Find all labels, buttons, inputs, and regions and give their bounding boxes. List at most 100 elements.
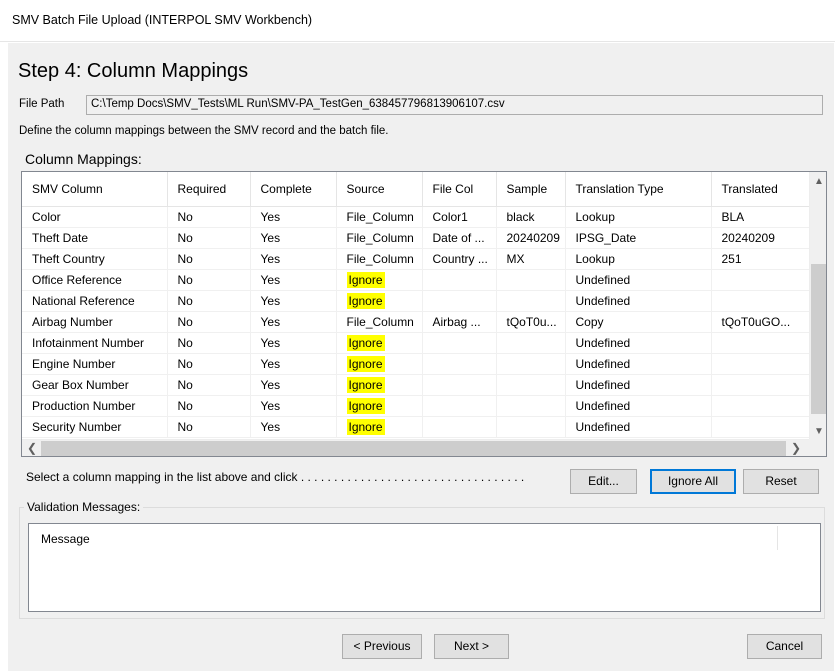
- file-path-label: File Path: [19, 98, 65, 110]
- table-cell: No: [167, 416, 251, 437]
- table-cell: Yes: [250, 353, 337, 374]
- ignore-source-highlight: Ignore: [346, 292, 385, 309]
- table-cell: Airbag ...: [422, 311, 497, 332]
- table-row[interactable]: Gear Box Number No Yes Ignore Undefined: [22, 374, 813, 395]
- reset-button[interactable]: Reset: [743, 469, 819, 494]
- table-cell: Office Reference: [22, 269, 168, 290]
- mappings-table: SMV Column Required Complete Source File Col…: [22, 172, 813, 438]
- table-cell: Date of ...: [422, 227, 497, 248]
- table-row[interactable]: Airbag Number No Yes File_Column Airbag ... t…: [22, 311, 813, 332]
- table-cell: [422, 374, 497, 395]
- table-cell: Color1: [422, 206, 497, 227]
- validation-messages-label: Validation Messages:: [24, 500, 144, 514]
- ignore-source-highlight: Ignore: [346, 376, 385, 393]
- table-cell: Color: [22, 206, 168, 227]
- table-cell: [496, 290, 566, 311]
- instructions-text: Define the column mappings between the S…: [19, 125, 389, 137]
- window-title: SMV Batch File Upload (INTERPOL SMV Work…: [12, 13, 313, 27]
- step-title: Step 4: Column Mappings: [18, 60, 249, 82]
- horizontal-scrollbar[interactable]: ❮ ❯: [22, 439, 826, 456]
- table-cell: [422, 332, 497, 353]
- table-row[interactable]: Office Reference No Yes Ignore Undefined: [22, 269, 813, 290]
- table-cell: Yes: [250, 416, 337, 437]
- table-cell: No: [167, 269, 251, 290]
- table-cell: MX: [496, 248, 566, 269]
- table-cell: Yes: [250, 269, 337, 290]
- table-cell: No: [167, 353, 251, 374]
- table-cell: Theft Date: [22, 227, 168, 248]
- table-cell: Production Number: [22, 395, 168, 416]
- table-cell: Undefined: [565, 269, 712, 290]
- table-cell: No: [167, 290, 251, 311]
- file-path-field[interactable]: C:\Temp Docs\SMV_Tests\ML Run\SMV-PA_Tes…: [86, 95, 823, 115]
- table-cell: Yes: [250, 248, 337, 269]
- scroll-right-icon[interactable]: ❯: [791, 441, 801, 455]
- column-mappings-list[interactable]: SMV Column Required Complete Source File Col…: [21, 171, 827, 457]
- table-cell: [422, 353, 497, 374]
- table-cell: National Reference: [22, 290, 168, 311]
- table-cell: 20240209: [711, 227, 813, 248]
- column-header[interactable]: Complete: [250, 172, 337, 207]
- table-cell: tQoT0u...: [496, 311, 566, 332]
- table-row[interactable]: National Reference No Yes Ignore Undefined: [22, 290, 813, 311]
- validation-messages-list[interactable]: Message: [28, 523, 821, 612]
- table-cell: Ignore: [336, 269, 423, 290]
- horizontal-scroll-thumb[interactable]: [41, 441, 786, 456]
- edit-button[interactable]: Edit...: [570, 469, 637, 494]
- vertical-scroll-thumb[interactable]: [811, 264, 826, 414]
- scroll-left-icon[interactable]: ❮: [27, 441, 37, 455]
- table-cell: black: [496, 206, 566, 227]
- column-header[interactable]: Translation Type: [565, 172, 712, 207]
- previous-button[interactable]: < Previous: [342, 634, 422, 659]
- table-cell: IPSG_Date: [565, 227, 712, 248]
- column-header[interactable]: Translated: [711, 172, 813, 207]
- table-cell: [711, 353, 813, 374]
- next-button[interactable]: Next >: [434, 634, 509, 659]
- table-cell: [496, 416, 566, 437]
- table-cell: Yes: [250, 290, 337, 311]
- table-header-row: SMV Column Required Complete Source File Col…: [22, 172, 813, 207]
- table-cell: [711, 269, 813, 290]
- table-cell: Undefined: [565, 353, 712, 374]
- table-row[interactable]: Production Number No Yes Ignore Undefined: [22, 395, 813, 416]
- column-header[interactable]: SMV Column: [22, 172, 168, 207]
- table-body: Color No Yes File_Column Color1 black Lookup BL…: [22, 206, 813, 437]
- cancel-button[interactable]: Cancel: [747, 634, 822, 659]
- table-cell: Security Number: [22, 416, 168, 437]
- table-cell: Yes: [250, 374, 337, 395]
- table-cell: [422, 395, 497, 416]
- column-header[interactable]: Source: [336, 172, 423, 207]
- scroll-up-icon[interactable]: ▲: [814, 176, 824, 187]
- message-column-header[interactable]: Message: [41, 532, 90, 546]
- vertical-scrollbar[interactable]: ▲ ▼: [809, 172, 826, 441]
- table-cell: [711, 416, 813, 437]
- table-cell: Ignore: [336, 353, 423, 374]
- ignore-all-button[interactable]: Ignore All: [650, 469, 736, 494]
- column-header[interactable]: Required: [167, 172, 251, 207]
- table-row[interactable]: Engine Number No Yes Ignore Undefined: [22, 353, 813, 374]
- table-cell: Undefined: [565, 290, 712, 311]
- table-cell: No: [167, 227, 251, 248]
- table-cell: [711, 332, 813, 353]
- table-cell: Yes: [250, 206, 337, 227]
- table-row[interactable]: Color No Yes File_Column Color1 black Lookup BL…: [22, 206, 813, 227]
- table-row[interactable]: Infotainment Number No Yes Ignore Undefined: [22, 332, 813, 353]
- table-cell: [496, 353, 566, 374]
- table-row[interactable]: Theft Country No Yes File_Column Country ...…: [22, 248, 813, 269]
- scroll-down-icon[interactable]: ▼: [814, 426, 824, 437]
- table-cell: [496, 332, 566, 353]
- table-cell: File_Column: [336, 206, 423, 227]
- table-row[interactable]: Security Number No Yes Ignore Undefined: [22, 416, 813, 437]
- column-mappings-label: Column Mappings:: [25, 151, 142, 167]
- table-cell: [711, 374, 813, 395]
- column-header[interactable]: File Col: [422, 172, 497, 207]
- table-cell: BLA: [711, 206, 813, 227]
- table-row[interactable]: Theft Date No Yes File_Column Date of ... 202…: [22, 227, 813, 248]
- table-cell: Yes: [250, 395, 337, 416]
- table-cell: [422, 269, 497, 290]
- table-cell: Theft Country: [22, 248, 168, 269]
- table-cell: [711, 395, 813, 416]
- ignore-source-highlight: Ignore: [346, 271, 385, 288]
- column-header[interactable]: Sample: [496, 172, 566, 207]
- table-cell: Lookup: [565, 248, 712, 269]
